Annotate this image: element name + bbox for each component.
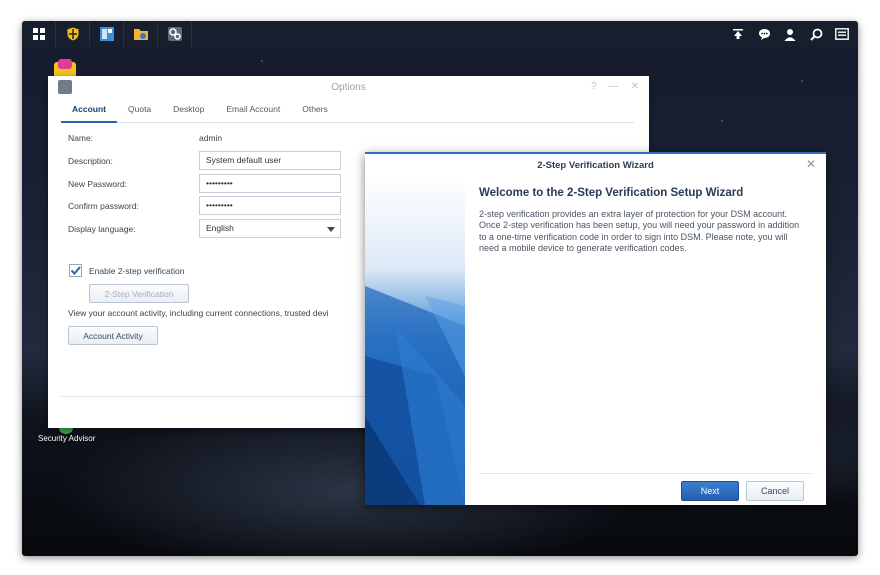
name-value: admin (199, 133, 223, 143)
confirm-password-field[interactable]: ••••••••• (199, 196, 341, 215)
tab-others[interactable]: Others (291, 98, 339, 123)
search-icon[interactable] (806, 21, 826, 47)
next-button[interactable]: Next (681, 481, 739, 501)
main-menu-icon[interactable] (22, 21, 56, 47)
wizard-heading: Welcome to the 2-Step Verification Setup… (479, 187, 744, 199)
confirm-password-label: Confirm password: (68, 201, 139, 211)
account-activity-button[interactable]: Account Activity (68, 326, 158, 345)
description-label: Description: (68, 156, 113, 166)
tab-quota[interactable]: Quota (117, 98, 162, 123)
user-icon[interactable] (780, 21, 800, 47)
security-advisor-icon[interactable] (56, 21, 90, 47)
tab-email-account[interactable]: Email Account (215, 98, 291, 123)
description-field[interactable]: System default user (199, 151, 341, 170)
wizard-side-art (365, 176, 465, 505)
options-titlebar[interactable]: Options ? — ✕ (48, 76, 649, 98)
options-app-icon[interactable] (158, 21, 192, 47)
security-advisor-label: Security Advisor (38, 434, 96, 443)
2step-verification-button[interactable]: 2-Step Verification (89, 284, 189, 303)
name-label: Name: (68, 133, 94, 143)
checkmark-icon (70, 266, 81, 275)
account-activity-description: View your account activity, including cu… (68, 308, 329, 318)
display-language-value: English (206, 223, 234, 233)
minimize-icon[interactable]: — (609, 81, 619, 92)
control-panel-icon[interactable] (90, 21, 124, 47)
options-title: Options (331, 81, 366, 93)
chat-icon[interactable] (754, 21, 774, 47)
tab-account[interactable]: Account (61, 98, 117, 123)
close-icon[interactable]: ✕ (806, 157, 816, 171)
wizard-title: 2-Step Verification Wizard (537, 159, 654, 171)
verification-wizard-dialog: 2-Step Verification Wizard ✕ Welcome to … (365, 152, 826, 505)
chevron-down-icon (327, 227, 335, 232)
taskbar (22, 21, 858, 47)
wizard-titlebar[interactable]: 2-Step Verification Wizard ✕ (365, 154, 826, 176)
options-app-icon (58, 80, 72, 94)
new-password-field[interactable]: ••••••••• (199, 174, 341, 193)
tab-desktop[interactable]: Desktop (162, 98, 215, 123)
desktop: Security Advisor Options ? — ✕ Account Q… (22, 21, 858, 556)
widgets-icon[interactable] (832, 21, 852, 47)
new-password-label: New Password: (68, 179, 128, 189)
enable-2step-label[interactable]: Enable 2-step verification (89, 266, 184, 276)
display-language-label: Display language: (68, 224, 136, 234)
display-language-select[interactable]: English (199, 219, 341, 238)
file-station-icon[interactable] (124, 21, 158, 47)
wizard-footer-divider (479, 473, 811, 474)
cancel-button[interactable]: Cancel (746, 481, 804, 501)
enable-2step-checkbox[interactable] (69, 264, 82, 277)
help-icon[interactable]: ? (591, 81, 597, 92)
options-tabs: Account Quota Desktop Email Account Othe… (61, 98, 634, 123)
upload-icon[interactable] (728, 21, 748, 47)
wizard-description: 2-step verification provides an extra la… (479, 209, 800, 254)
close-icon[interactable]: ✕ (631, 81, 639, 92)
